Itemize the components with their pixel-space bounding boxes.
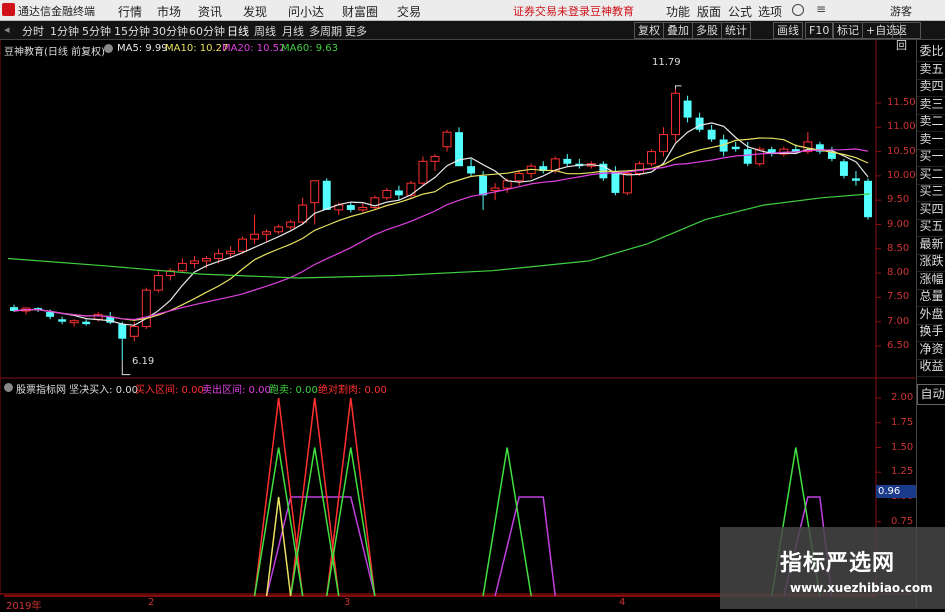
watermark-url: www.xuezhibiao.com [790, 581, 933, 595]
candle-body-up [406, 182, 416, 196]
candle-body-up [141, 289, 151, 328]
ma60-line [7, 193, 871, 279]
candle-body-up [93, 313, 103, 320]
high-price-label: 11.79 [652, 57, 681, 68]
sell-zone-label: 卖出区间: 0.00 [202, 385, 271, 396]
low-marker [121, 360, 131, 376]
candle-body-up [262, 231, 272, 235]
candle-body-up [214, 253, 223, 260]
price-tick-label: 6.50 [887, 340, 910, 351]
candle-body-down [743, 149, 752, 164]
watermark-title: 指标严选网 [780, 551, 896, 576]
candle-body-up [671, 92, 681, 136]
candle-body-up [286, 221, 296, 228]
candle-body-up [502, 180, 512, 189]
indicator-name-label: 股票指标网 坚决买入: 0.00 [16, 385, 138, 396]
low-price-label: 6.19 [132, 356, 155, 367]
indicator-tick-label: 1.25 [891, 466, 914, 478]
price-tick-label: 10.50 [887, 145, 916, 157]
candle-body-up [622, 172, 632, 194]
price-tick-label: 8.50 [887, 242, 910, 254]
price-tick-label: 10.00 [887, 169, 916, 181]
candle-body-down [839, 161, 848, 176]
candle-body-down [394, 190, 403, 196]
indicator-tick-label: 0.75 [891, 515, 914, 527]
candle-body-up [153, 275, 163, 291]
price-tick-label: 11.00 [887, 121, 916, 133]
price-tick-label: 7.00 [887, 315, 910, 327]
candle-body-down [46, 311, 55, 317]
candle-body-up [382, 189, 392, 199]
candle-body-down [118, 324, 127, 339]
candle-body-down [611, 171, 620, 193]
candle-body-up [129, 326, 139, 337]
candle-body-up [69, 320, 79, 324]
candle-body-up [358, 206, 368, 211]
run-sell-spike [325, 447, 376, 597]
candle-body-up [490, 187, 500, 191]
candle-body-down [851, 178, 860, 181]
sell-zone-plateau [494, 496, 557, 597]
candle-body-up [310, 180, 320, 204]
run-sell-spike [253, 447, 304, 597]
candle-body-down [82, 321, 91, 325]
indicator-tick-label: 1.75 [891, 416, 914, 428]
candle-body-up [201, 258, 211, 262]
price-tick-label: 7.50 [887, 291, 910, 303]
price-tick-label: 8.00 [887, 267, 910, 279]
date-label-feb: 2 [148, 597, 155, 608]
indicator-settings-icon[interactable] [4, 383, 13, 392]
candle-body-down [346, 205, 355, 210]
candle-body-up [274, 226, 284, 233]
candle-body-up [250, 233, 260, 240]
run-sell-label: 跑卖: 0.00 [269, 385, 318, 396]
cursor-value-label: 0.96 [876, 485, 917, 498]
high-marker [675, 85, 682, 89]
candle-body-down [58, 319, 67, 322]
side-tab[interactable]: 收益 [917, 357, 945, 377]
quote-side-panel: 委比 卖五 卖四 卖三 卖二 卖一 买一 买二 买三 买四 买五 最新 涨跌 涨幅 总量 外盘 换手 净资 收益 自动 [916, 40, 945, 609]
candle-body-down [467, 166, 476, 174]
price-tick-label: 9.50 [887, 194, 910, 206]
candle-body-up [298, 204, 308, 223]
candle-body-down [731, 146, 740, 150]
candle-body-up [647, 151, 656, 165]
price-tick-label: 9.00 [887, 218, 910, 230]
candle-body-up [659, 134, 668, 153]
buy-zone-label: 买入区间: 0.00 [135, 385, 204, 396]
abs-cut-label: 绝对割肉: 0.00 [318, 385, 387, 396]
candle-body-up [430, 155, 440, 162]
price-tick-label: 11.50 [887, 97, 916, 108]
run-sell-spike [289, 447, 340, 597]
side-tab[interactable]: 自动 [917, 384, 945, 405]
sell-zone-plateau [265, 496, 376, 597]
candle-body-down [563, 158, 572, 164]
candle-body-up [514, 172, 524, 182]
candle-body-up [177, 262, 187, 272]
run-sell-spike [482, 447, 532, 597]
candle-body-down [707, 129, 716, 140]
date-label-year: 2019年 [6, 601, 42, 612]
kline-chart[interactable] [0, 0, 945, 609]
date-label-apr: 4 [619, 597, 626, 608]
candle-body-up [634, 163, 644, 174]
candle-body-down [864, 180, 872, 218]
date-label-mar: 3 [344, 597, 351, 608]
candle-body-down [479, 175, 488, 196]
candle-body-up [442, 131, 452, 148]
watermark-banner: 指标严选网 www.xuezhibiao.com [720, 527, 945, 609]
candle-body-up [418, 160, 428, 184]
candle-body-down [695, 117, 704, 130]
candle-body-up [189, 260, 199, 264]
candle-body-up [238, 238, 248, 252]
indicator-tick-label: 2.00 [891, 392, 914, 403]
candle-body-up [226, 250, 235, 255]
candle-body-down [683, 100, 692, 118]
candle-body-down [322, 180, 331, 210]
indicator-tick-label: 1.50 [891, 441, 914, 453]
